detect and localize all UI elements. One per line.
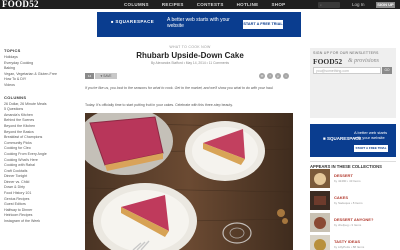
top-nav: FOOD52 COLUMNS RECIPES CONTESTS HOTLINE …: [0, 0, 400, 9]
nav-hotline[interactable]: HOTLINE: [237, 2, 259, 7]
collection-thumbnail: [310, 235, 330, 250]
newsletter-signup: SIGN UP FOR OUR NEWSLETTERS FOOD52 & pro…: [310, 48, 396, 118]
comment-icon[interactable]: ✉: [259, 73, 265, 79]
article-actions: 14 ♥ SAVE ✉ f p t: [85, 72, 295, 80]
pinterest-icon[interactable]: p: [275, 73, 281, 79]
email-field[interactable]: you@something.com: [313, 67, 381, 74]
signup-button[interactable]: SIGN UP: [376, 1, 395, 8]
collection-name: DESSERT ANYONE?: [334, 217, 374, 222]
provisions-logo: & provisions: [348, 58, 379, 64]
twitter-icon[interactable]: t: [283, 73, 289, 79]
nav-recipes[interactable]: RECIPES: [162, 2, 184, 7]
newsletter-label: SIGN UP FOR OUR NEWSLETTERS: [313, 51, 379, 55]
collection-thumbnail: [310, 213, 330, 232]
nav-columns[interactable]: COLUMNS: [124, 2, 149, 7]
page-title: Rhubarb Upside-Down Cake: [136, 51, 244, 60]
ad-brand-logo: SQUARESPACE: [111, 19, 154, 24]
topics-heading: TOPICS: [4, 48, 21, 53]
collection-meta: by 42490 • 43 Items: [334, 179, 361, 183]
nav-shop[interactable]: SHOP: [271, 2, 285, 7]
ad-cta-button[interactable]: START A FREE TRIAL: [243, 20, 283, 29]
collection-item[interactable]: DESSERT ANYONE? by chefpeg • 3 Items: [310, 213, 396, 233]
article-intro: If you're like us, you look to the seaso…: [85, 86, 274, 90]
facebook-icon[interactable]: f: [267, 73, 273, 79]
save-label: SAVE: [103, 74, 112, 78]
nav-contests[interactable]: CONTESTS: [197, 2, 224, 7]
newsletter-go-button[interactable]: GO: [382, 67, 392, 74]
newsletter-logo: FOOD52: [313, 57, 343, 66]
article-byline: By Alexandra Stafford • May 14, 2014 • 1…: [150, 61, 230, 65]
column-link[interactable]: Instagram of the Week: [4, 219, 74, 225]
collection-meta: by chefpeg • 3 Items: [334, 223, 362, 227]
collection-meta: by Sadequa • 8 Items: [334, 201, 363, 205]
collection-name: CAKES: [334, 195, 349, 200]
collection-thumbnail: [310, 169, 330, 188]
collections-heading: APPEARS IN THESE COLLECTIONS: [310, 161, 396, 169]
sidebar-ad-cta[interactable]: START A FREE TRIAL: [354, 145, 388, 152]
collection-meta: by LillyPotts • 88 Items: [334, 245, 365, 249]
save-button[interactable]: ♥ SAVE: [95, 73, 117, 79]
search-input[interactable]: ⌕: [318, 1, 340, 8]
login-link[interactable]: Log In: [352, 0, 365, 9]
columns-heading: COLUMNS: [4, 94, 27, 100]
collection-name: TASTY IDEAS: [334, 239, 361, 244]
collection-item[interactable]: TASTY IDEAS by LillyPotts • 88 Items: [310, 235, 396, 250]
left-sidebar: TOPICS Holidays Everyday Cooking Baking …: [4, 48, 74, 225]
site-logo[interactable]: FOOD52: [2, 0, 39, 9]
save-count[interactable]: 14: [85, 73, 94, 79]
main-nav: COLUMNS RECIPES CONTESTS HOTLINE SHOP: [124, 0, 285, 9]
collection-item[interactable]: CAKES by Sadequa • 8 Items: [310, 191, 396, 211]
cake-plate-right: [185, 121, 265, 181]
collection-item[interactable]: DESSERT by 42490 • 43 Items: [310, 169, 396, 189]
cake-photo: [85, 113, 293, 250]
collection-thumbnail: [310, 191, 330, 210]
sidebar-ad[interactable]: SQUARESPACE A better web starts with you…: [310, 124, 396, 157]
ad-text: A better web starts with your website: [167, 17, 230, 29]
article-body: Today: It's officially time to start put…: [85, 103, 233, 107]
collection-name: DESSERT: [334, 173, 353, 178]
article-kicker[interactable]: WHAT TO COOK NOW: [85, 45, 295, 49]
sidebar-ad-text: A better web starts with your website: [354, 130, 388, 140]
search-icon: ⌕: [320, 2, 322, 7]
ad-banner[interactable]: SQUARESPACE A better web starts with you…: [97, 12, 301, 37]
